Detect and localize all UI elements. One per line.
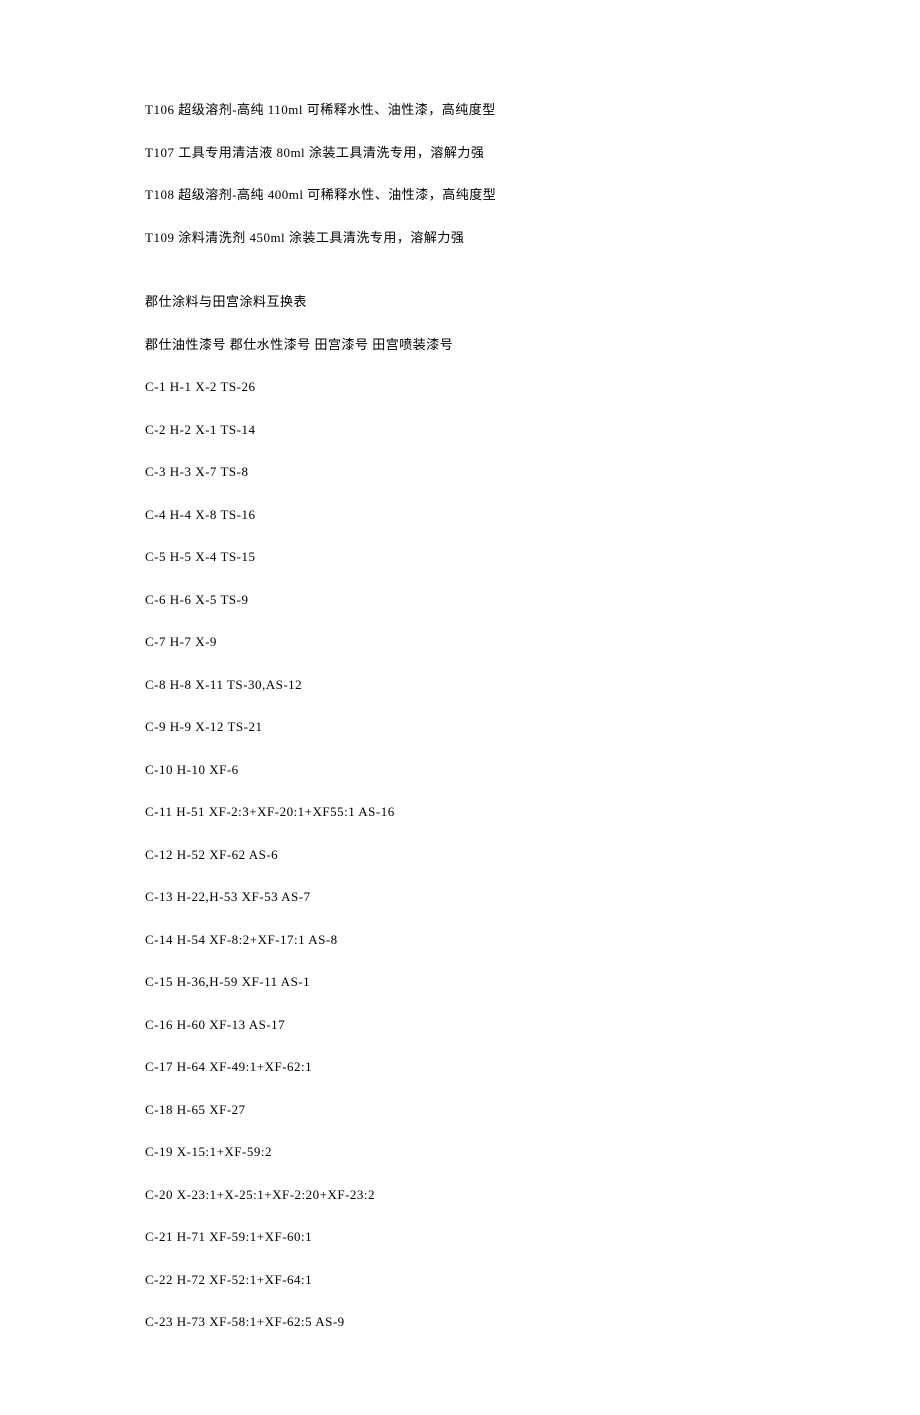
- table-row: C-7 H-7 X-9: [145, 632, 775, 652]
- intro-line: T106 超级溶剂-高纯 110ml 可稀释水性、油性漆，高纯度型: [145, 100, 775, 120]
- intro-line: T109 涂料清洗剂 450ml 涂装工具清洗专用，溶解力强: [145, 228, 775, 248]
- table-row: C-2 H-2 X-1 TS-14: [145, 420, 775, 440]
- table-row: C-19 X-15:1+XF-59:2: [145, 1142, 775, 1162]
- table-row: C-8 H-8 X-11 TS-30,AS-12: [145, 675, 775, 695]
- table-row: C-3 H-3 X-7 TS-8: [145, 462, 775, 482]
- table-row: C-21 H-71 XF-59:1+XF-60:1: [145, 1227, 775, 1247]
- table-row: C-20 X-23:1+X-25:1+XF-2:20+XF-23:2: [145, 1185, 775, 1205]
- table-row: C-23 H-73 XF-58:1+XF-62:5 AS-9: [145, 1312, 775, 1332]
- table-row: C-5 H-5 X-4 TS-15: [145, 547, 775, 567]
- table-row: C-12 H-52 XF-62 AS-6: [145, 845, 775, 865]
- table-row: C-1 H-1 X-2 TS-26: [145, 377, 775, 397]
- table-row: C-16 H-60 XF-13 AS-17: [145, 1015, 775, 1035]
- table-row: C-6 H-6 X-5 TS-9: [145, 590, 775, 610]
- table-row: C-13 H-22,H-53 XF-53 AS-7: [145, 887, 775, 907]
- intro-line: T107 工具专用清洁液 80ml 涂装工具清洗专用，溶解力强: [145, 143, 775, 163]
- table-title: 郡仕涂料与田宫涂料互换表: [145, 292, 775, 312]
- document-page: T106 超级溶剂-高纯 110ml 可稀释水性、油性漆，高纯度型 T107 工…: [0, 0, 920, 1415]
- table-row: C-17 H-64 XF-49:1+XF-62:1: [145, 1057, 775, 1077]
- table-row: C-22 H-72 XF-52:1+XF-64:1: [145, 1270, 775, 1290]
- table-row: C-9 H-9 X-12 TS-21: [145, 717, 775, 737]
- intro-line: T108 超级溶剂-高纯 400ml 可稀释水性、油性漆，高纯度型: [145, 185, 775, 205]
- table-header: 郡仕油性漆号 郡仕水性漆号 田宫漆号 田宫喷装漆号: [145, 335, 775, 355]
- table-row: C-14 H-54 XF-8:2+XF-17:1 AS-8: [145, 930, 775, 950]
- table-row: C-18 H-65 XF-27: [145, 1100, 775, 1120]
- table-row: C-4 H-4 X-8 TS-16: [145, 505, 775, 525]
- table-row: C-15 H-36,H-59 XF-11 AS-1: [145, 972, 775, 992]
- section-gap: [145, 270, 775, 292]
- table-row: C-10 H-10 XF-6: [145, 760, 775, 780]
- table-row: C-11 H-51 XF-2:3+XF-20:1+XF55:1 AS-16: [145, 802, 775, 822]
